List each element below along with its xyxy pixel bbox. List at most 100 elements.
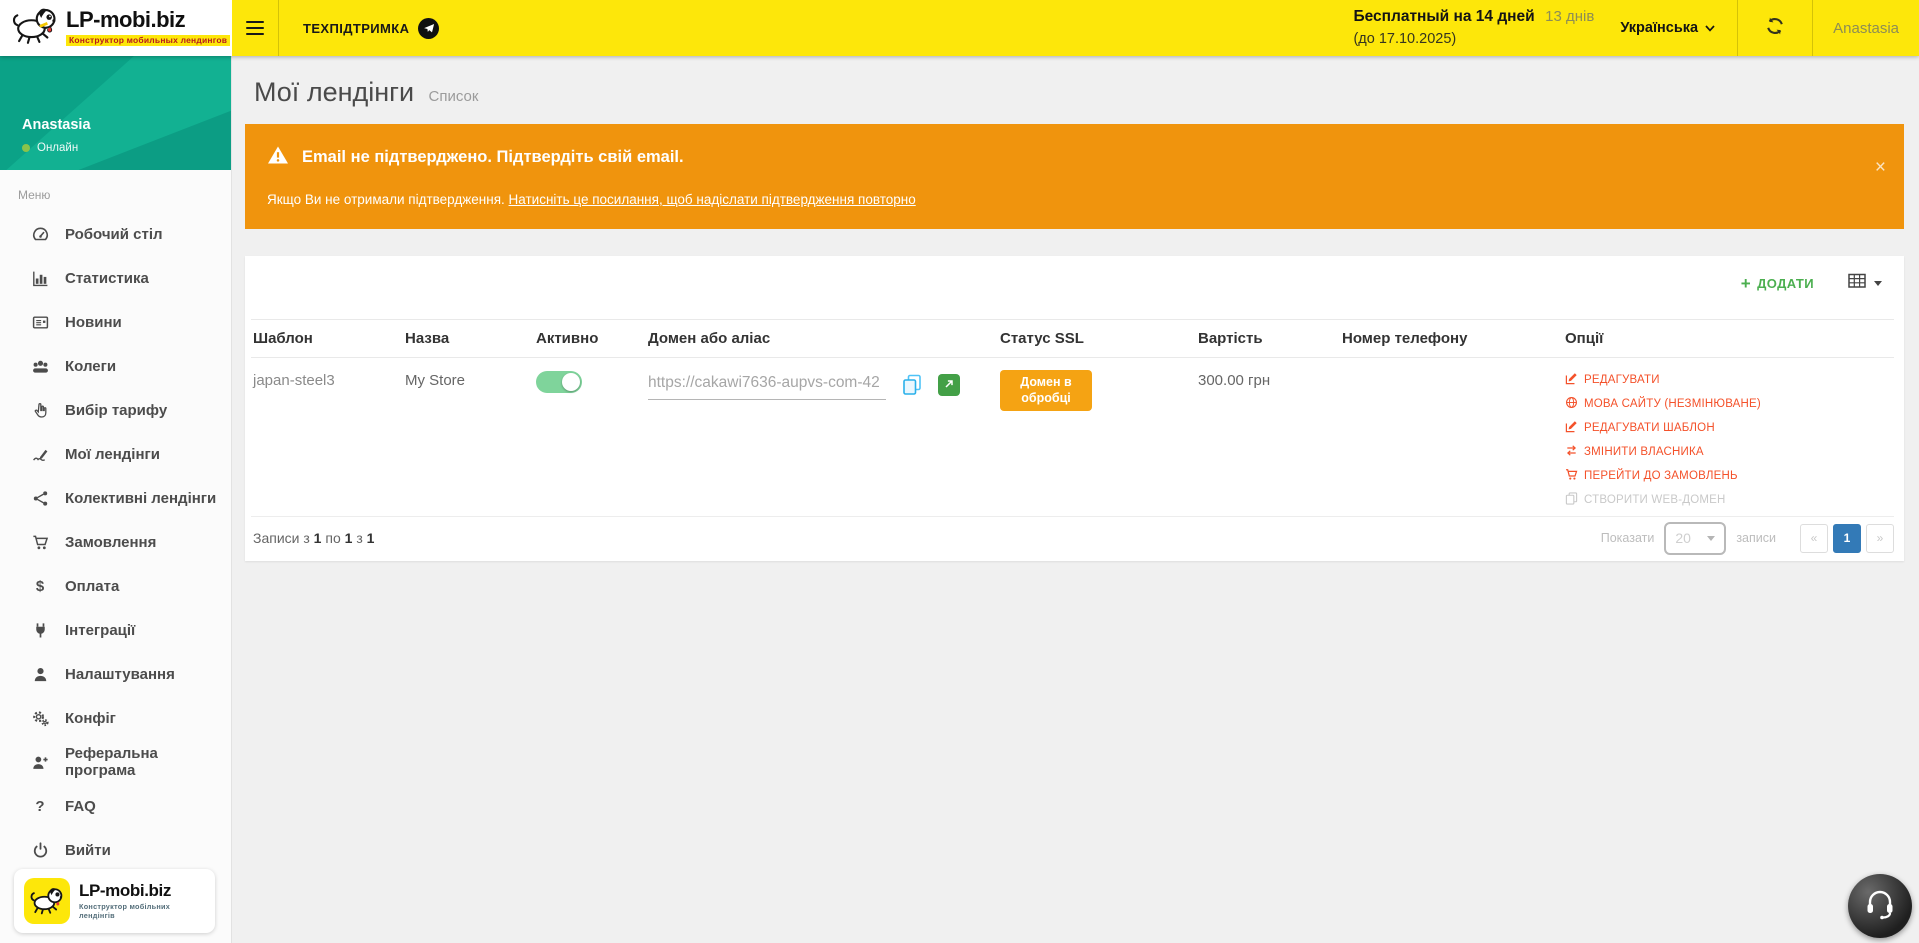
power-icon xyxy=(30,842,50,859)
current-page-button[interactable]: 1 xyxy=(1833,524,1861,553)
app-window: LP-mobi.biz Конструктор мобильных лендин… xyxy=(0,0,1919,943)
table-footer: Записи з 1 по 1 з 1 Показати 20 записи «… xyxy=(251,515,1894,561)
logo-title: LP-mobi.biz xyxy=(66,7,185,32)
col-domain: Домен або аліас xyxy=(646,320,998,358)
active-toggle[interactable] xyxy=(536,371,582,393)
refresh-icon xyxy=(1765,16,1785,41)
support-chat-button[interactable] xyxy=(1848,874,1912,938)
cell-template: japan-steel3 xyxy=(251,358,403,517)
sidebar-item-statistics[interactable]: Статистика xyxy=(0,256,231,300)
sidebar-item-config[interactable]: Конфіг xyxy=(0,696,231,740)
cell-options: РЕДАГУВАТИ МОВА САЙТУ (НЕЗМІНЮВАНЕ) РЕДА… xyxy=(1563,358,1894,517)
sidebar-item-news[interactable]: Новини xyxy=(0,300,231,344)
cart-icon xyxy=(1565,468,1578,484)
main-content: Мої лендінги Список Email не підтверджен… xyxy=(232,56,1919,943)
question-icon: ? xyxy=(30,798,50,815)
language-selector[interactable]: Українська xyxy=(1620,20,1715,36)
option-create-web-domain: СТВОРИТИ WEB-ДОМЕН xyxy=(1565,492,1886,508)
cart-icon xyxy=(30,534,50,551)
ssl-status-badge: Домен в обробці xyxy=(1000,370,1092,411)
sidebar-item-my-landings[interactable]: Мої лендінги xyxy=(0,432,231,476)
cogs-icon xyxy=(30,710,50,727)
signature-icon xyxy=(30,446,50,463)
plan-expiry: (до 17.10.2025) xyxy=(1353,31,1456,47)
plan-days-left: 13 днів xyxy=(1545,8,1594,25)
tech-support-link[interactable]: ТЕХПІДТРИМКА xyxy=(303,18,439,39)
page-size-select[interactable]: 20 xyxy=(1664,522,1726,555)
footer-logo-subtitle: Конструктор мобільних лендінгів xyxy=(79,902,205,920)
col-options: Опції xyxy=(1563,320,1894,358)
hand-pointer-icon xyxy=(30,402,50,419)
sidebar-user-status: Онлайн xyxy=(37,142,78,154)
sidebar-item-logout[interactable]: Вийти xyxy=(0,828,231,872)
edit-icon xyxy=(1565,420,1578,436)
stats-icon xyxy=(30,270,50,287)
sidebar: Anastasia Онлайн Меню Робочий стіл Стати… xyxy=(0,56,232,943)
sidebar-item-colleagues[interactable]: Колеги xyxy=(0,344,231,388)
col-phone: Номер телефону xyxy=(1340,320,1563,358)
sidebar-item-orders[interactable]: Замовлення xyxy=(0,520,231,564)
sidebar-item-dashboard[interactable]: Робочий стіл xyxy=(0,212,231,256)
logo-subtitle: Конструктор мобильных лендингов xyxy=(66,35,230,46)
option-go-to-orders[interactable]: ПЕРЕЙТИ ДО ЗАМОВЛЕНЬ xyxy=(1565,468,1886,484)
headset-icon xyxy=(1863,887,1897,926)
app-logo[interactable]: LP-mobi.biz Конструктор мобильных лендин… xyxy=(0,0,232,56)
warning-text: Якщо Ви не отримали підтвердження. xyxy=(267,192,509,207)
plan-status[interactable]: Бесплатный на 14 дней 13 днів (до 17.10.… xyxy=(1353,6,1594,50)
option-edit-template[interactable]: РЕДАГУВАТИ ШАБЛОН xyxy=(1565,420,1886,436)
columns-dropdown-button[interactable] xyxy=(1848,272,1882,294)
sidebar-footer-logo[interactable]: LP-mobi.biz Конструктор мобільних лендін… xyxy=(14,869,215,933)
cell-ssl-status: Домен в обробці xyxy=(998,358,1196,517)
sidebar-item-referral[interactable]: Реферальна програма xyxy=(0,740,231,784)
open-site-button[interactable] xyxy=(938,374,960,396)
sidebar-item-settings[interactable]: Налаштування xyxy=(0,652,231,696)
sidebar-user-name: Anastasia xyxy=(22,117,231,133)
sidebar-item-tariff[interactable]: Вибір тарифу xyxy=(0,388,231,432)
landings-card: + ДОДАТИ xyxy=(245,256,1904,561)
sidebar-item-integrations[interactable]: Інтеграції xyxy=(0,608,231,652)
col-active: Активно xyxy=(534,320,646,358)
resend-confirmation-link[interactable]: Натисніть це посилання, щоб надіслати пі… xyxy=(509,192,916,207)
copy-icon xyxy=(902,384,922,399)
dog-mascot-icon xyxy=(12,6,58,51)
language-label: Українська xyxy=(1620,20,1698,36)
plug-icon xyxy=(30,622,50,639)
sidebar-item-payment[interactable]: $ Оплата xyxy=(0,564,231,608)
sidebar-toggle-button[interactable] xyxy=(232,0,278,56)
external-link-icon xyxy=(943,378,955,393)
sidebar-item-collective-landings[interactable]: Колективні лендінги xyxy=(0,476,231,520)
close-icon[interactable]: × xyxy=(1875,158,1886,177)
records-label: записи xyxy=(1736,531,1776,545)
refresh-button[interactable] xyxy=(1738,0,1812,56)
topbar-username[interactable]: Anastasia xyxy=(1813,0,1919,56)
page-subtitle: Список xyxy=(429,88,479,105)
warning-icon xyxy=(267,145,289,170)
plus-icon: + xyxy=(1741,275,1751,292)
domain-input[interactable] xyxy=(648,372,886,400)
chevron-down-icon xyxy=(1705,25,1715,32)
copy-domain-button[interactable] xyxy=(902,374,922,396)
option-change-owner[interactable]: ЗМІНИТИ ВЛАСНИКА xyxy=(1565,444,1886,460)
next-page-button[interactable]: » xyxy=(1866,524,1894,553)
language-icon xyxy=(1565,396,1578,412)
online-dot-icon xyxy=(22,144,30,152)
table-grid-icon xyxy=(1848,272,1866,294)
dashboard-icon xyxy=(30,226,50,243)
col-template: Шаблон xyxy=(251,320,403,358)
cell-domain xyxy=(646,358,998,517)
pagination: « 1 » xyxy=(1800,524,1894,553)
option-edit[interactable]: РЕДАГУВАТИ xyxy=(1565,372,1886,388)
edit-icon xyxy=(1565,372,1578,388)
cell-price: 300.00 грн xyxy=(1196,358,1340,517)
prev-page-button[interactable]: « xyxy=(1800,524,1828,553)
chevron-down-icon xyxy=(1707,536,1715,541)
col-ssl-status: Статус SSL xyxy=(998,320,1196,358)
add-landing-button[interactable]: + ДОДАТИ xyxy=(1735,274,1820,293)
sidebar-item-faq[interactable]: ? FAQ xyxy=(0,784,231,828)
copy-icon xyxy=(1565,492,1578,508)
cell-name: My Store xyxy=(403,358,534,517)
plan-title: Бесплатный на 14 дней xyxy=(1353,8,1534,25)
warning-title: Email не підтверджено. Підтвердіть свій … xyxy=(302,148,684,167)
option-site-language[interactable]: МОВА САЙТУ (НЕЗМІНЮВАНЕ) xyxy=(1565,396,1886,412)
dollar-icon: $ xyxy=(30,578,50,595)
